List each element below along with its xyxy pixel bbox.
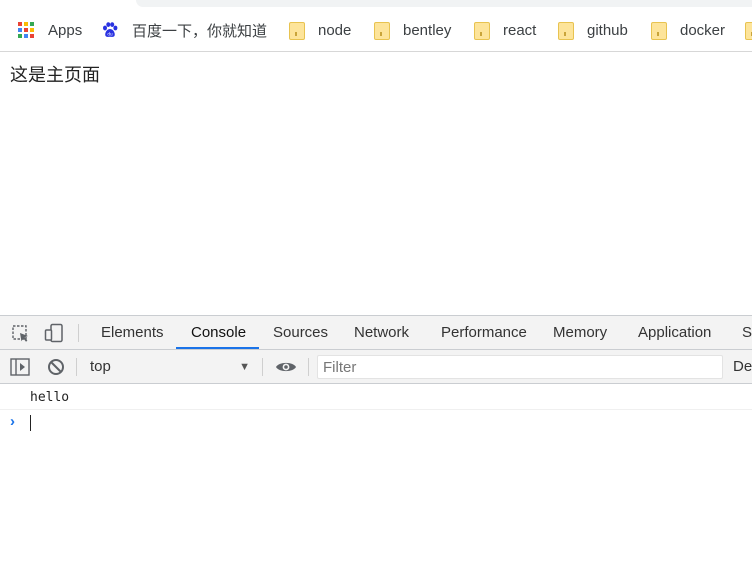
svg-text:du: du bbox=[107, 32, 113, 37]
log-message: hello bbox=[30, 390, 70, 405]
folder-icon bbox=[373, 21, 391, 40]
context-selector[interactable]: top ▼ bbox=[82, 350, 258, 383]
tab-memory[interactable]: Memory bbox=[553, 316, 607, 349]
tab-console[interactable]: Console bbox=[191, 316, 246, 349]
page-heading: 这是主页面 bbox=[10, 65, 100, 86]
tab-elements[interactable]: Elements bbox=[101, 316, 164, 349]
devtools-panel: Elements Console Sources Network Perform… bbox=[0, 315, 752, 573]
console-prompt[interactable]: › bbox=[0, 410, 752, 436]
bookmark-react[interactable]: react bbox=[473, 8, 537, 51]
tab-strip-edge bbox=[136, 0, 752, 7]
baidu-paw-icon: du bbox=[101, 21, 119, 39]
tab-strip bbox=[0, 0, 752, 8]
bookmark-label: docker bbox=[680, 21, 726, 39]
tab-network[interactable]: Network bbox=[354, 316, 409, 349]
prompt-chevron-icon: › bbox=[10, 413, 15, 430]
folder-icon bbox=[288, 21, 306, 40]
device-toolbar-icon[interactable] bbox=[44, 323, 64, 348]
bookmark-overflow[interactable] bbox=[744, 8, 752, 51]
bookmarks-bar: Apps du 百度一下，你就知道 node bentley react git… bbox=[0, 8, 752, 52]
devtools-tabbar: Elements Console Sources Network Perform… bbox=[0, 316, 752, 350]
show-sidebar-icon[interactable] bbox=[10, 358, 30, 381]
bookmark-label: react bbox=[503, 21, 537, 39]
live-expression-eye-icon[interactable] bbox=[275, 360, 297, 379]
inspect-element-icon[interactable] bbox=[11, 324, 31, 349]
bookmark-label: github bbox=[587, 21, 628, 39]
toolbar-divider bbox=[262, 358, 263, 376]
bookmark-github[interactable]: github bbox=[557, 8, 628, 51]
context-value: top bbox=[90, 358, 111, 375]
bookmark-label: bentley bbox=[403, 21, 452, 39]
bookmark-docker[interactable]: docker bbox=[650, 8, 726, 51]
folder-icon bbox=[744, 21, 752, 40]
bookmark-bentley[interactable]: bentley bbox=[373, 8, 452, 51]
console-toolbar: top ▼ De bbox=[0, 350, 752, 384]
folder-icon bbox=[557, 21, 575, 40]
text-caret bbox=[30, 415, 31, 431]
bookmark-label: Apps bbox=[48, 21, 83, 39]
console-output[interactable]: hello › bbox=[0, 384, 752, 573]
folder-icon bbox=[473, 21, 491, 40]
tab-performance[interactable]: Performance bbox=[441, 316, 527, 349]
bookmark-node[interactable]: node bbox=[288, 8, 352, 51]
toolbar-divider bbox=[76, 358, 77, 376]
dropdown-arrow-icon: ▼ bbox=[239, 361, 250, 373]
tab-application[interactable]: Application bbox=[638, 316, 711, 349]
bookmark-label: 百度一下，你就知道 bbox=[132, 22, 268, 40]
folder-icon bbox=[650, 21, 668, 40]
bookmark-label: node bbox=[318, 21, 352, 39]
toolbar-divider bbox=[78, 324, 79, 342]
apps-icon bbox=[18, 21, 36, 39]
log-levels-dropdown[interactable]: De bbox=[733, 350, 752, 383]
filter-input[interactable] bbox=[317, 355, 723, 379]
toolbar-divider bbox=[308, 358, 309, 376]
bookmark-baidu[interactable]: du 百度一下，你就知道 bbox=[101, 8, 268, 51]
tab-overflow[interactable]: S bbox=[742, 316, 752, 349]
console-log-entry: hello bbox=[0, 384, 752, 410]
tab-sources[interactable]: Sources bbox=[273, 316, 328, 349]
bookmark-apps[interactable]: Apps bbox=[18, 8, 83, 51]
clear-console-icon[interactable] bbox=[47, 358, 65, 381]
